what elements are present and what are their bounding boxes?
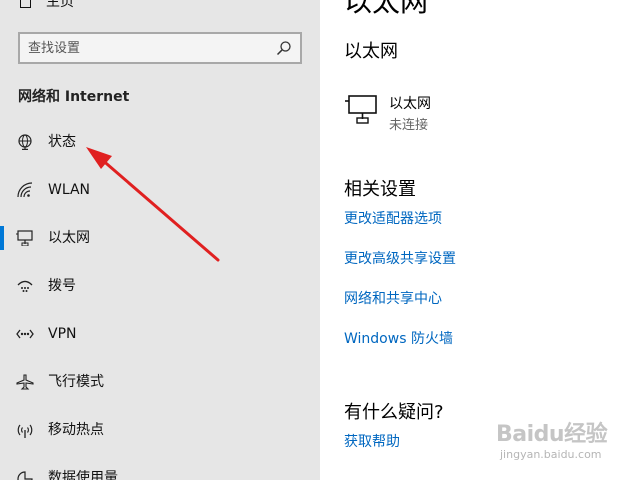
nav-label-status: 状态 [48,134,76,150]
nav-item-data-usage[interactable]: 数据使用量 [0,458,320,480]
globe-icon [18,134,32,150]
watermark-text: Baidu经验 [496,422,608,447]
data-usage-icon [17,471,33,480]
airplane-icon [16,374,34,390]
nav-item-hotspot[interactable]: 移动热点 [0,410,320,450]
watermark-subtext: jingyan.baidu.com [500,448,602,461]
ethernet-adapter-icon[interactable] [344,94,378,124]
selection-indicator [0,226,4,250]
nav-item-ethernet[interactable]: 以太网 [0,218,320,258]
section-heading-ethernet: 以太网 [344,41,398,62]
nav-item-wlan[interactable]: WLAN [0,170,320,210]
page-title: 以太网 [344,0,429,18]
nav-label-airplane: 飞行模式 [48,374,104,390]
wifi-icon [17,182,33,198]
faq-title: 有什么疑问? [344,402,444,423]
link-network-sharing-center[interactable]: 网络和共享中心 [344,288,442,308]
vpn-icon [16,329,34,339]
link-advanced-sharing[interactable]: 更改高级共享设置 [344,248,456,268]
hotspot-icon [17,424,33,438]
home-nav-item[interactable]: 主页 [18,0,74,13]
sidebar: 主页 网络和 Internet 状态 WLAN [0,0,320,480]
nav-label-data-usage: 数据使用量 [48,470,118,480]
network-name[interactable]: 以太网 [389,93,431,113]
network-status: 未连接 [389,118,429,133]
nav-label-vpn: VPN [48,326,77,342]
nav-label-hotspot: 移动热点 [48,422,104,438]
nav-label-wlan: WLAN [48,182,91,198]
nav-item-vpn[interactable]: VPN [0,314,320,354]
dialup-icon [17,280,33,292]
search-box[interactable] [18,32,302,64]
ethernet-icon [16,230,33,246]
nav-item-status[interactable]: 状态 [0,122,320,162]
section-title: 网络和 Internet [18,89,130,105]
link-windows-firewall[interactable]: Windows 防火墙 [344,328,453,348]
link-get-help[interactable]: 获取帮助 [344,431,400,451]
nav-item-airplane[interactable]: 飞行模式 [0,362,320,402]
search-icon[interactable] [276,40,292,56]
related-settings-title: 相关设置 [344,179,416,200]
home-icon [18,0,32,8]
nav-item-dialup[interactable]: 拨号 [0,266,320,306]
nav-label-dialup: 拨号 [48,278,76,294]
link-change-adapter-options[interactable]: 更改适配器选项 [344,208,442,228]
baidu-watermark: Baidu经验 jingyan.baidu.com [492,408,610,468]
nav-label-ethernet: 以太网 [48,230,90,246]
home-label: 主页 [46,0,74,10]
search-input[interactable] [28,38,258,58]
